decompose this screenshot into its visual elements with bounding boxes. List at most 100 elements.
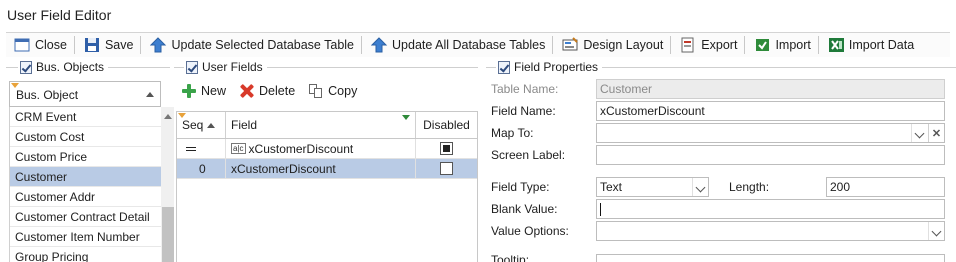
update-selected-table-button[interactable]: Update Selected Database Table bbox=[142, 34, 360, 56]
equals-icon bbox=[186, 146, 196, 151]
update-selected-label: Update Selected Database Table bbox=[171, 38, 355, 52]
import-data-label: Import Data bbox=[848, 38, 915, 52]
field-properties-title: Field Properties bbox=[496, 60, 603, 74]
filter-field-value: xCustomerDiscount bbox=[248, 141, 354, 156]
plus-icon bbox=[182, 84, 196, 98]
bus-object-combo[interactable]: Bus. Object bbox=[9, 81, 161, 107]
blank-value-label: Blank Value: bbox=[491, 202, 558, 216]
column-header-disabled[interactable]: Disabled bbox=[416, 112, 477, 138]
filter-disabled-checkbox[interactable] bbox=[440, 142, 453, 155]
toolbar-separator bbox=[552, 36, 554, 54]
length-label: Length: bbox=[729, 180, 770, 194]
map-to-label: Map To: bbox=[491, 126, 534, 140]
new-button[interactable]: New bbox=[182, 84, 226, 98]
bus-objects-list: CRM Event Custom Cost Custom Price Custo… bbox=[9, 107, 161, 262]
copy-icon bbox=[309, 84, 323, 98]
up-arrow-icon bbox=[370, 37, 388, 53]
toolbar-separator bbox=[670, 36, 672, 54]
map-to-row: Map To: ✕ bbox=[491, 123, 951, 143]
field-type-select[interactable]: Text bbox=[596, 177, 709, 197]
table-row[interactable]: 0 xCustomerDiscount bbox=[177, 159, 477, 179]
bus-objects-title: Bus. Objects bbox=[18, 60, 109, 74]
toolbar-separator bbox=[361, 36, 363, 54]
delete-label: Delete bbox=[259, 84, 296, 98]
list-item[interactable]: Group Pricing bbox=[10, 247, 161, 262]
blank-value-input[interactable] bbox=[596, 199, 945, 219]
clear-icon[interactable]: ✕ bbox=[928, 124, 944, 142]
field-type-row: Field Type: Text Length: 200 bbox=[491, 177, 951, 197]
field-header-label: Field bbox=[231, 118, 258, 132]
list-item[interactable]: Custom Price bbox=[10, 147, 161, 167]
copy-button[interactable]: Copy bbox=[309, 84, 357, 98]
checklist-icon bbox=[186, 60, 198, 74]
screen-label-input[interactable] bbox=[596, 145, 945, 165]
user-fields-header: User Fields bbox=[174, 58, 478, 76]
field-type-label: Field Type: bbox=[491, 180, 550, 194]
sort-indicator-icon bbox=[178, 113, 186, 118]
field-name-value: xCustomerDiscount bbox=[600, 104, 705, 118]
column-header-seq[interactable]: Seq bbox=[177, 112, 226, 138]
bus-objects-header-label: Bus. Objects bbox=[36, 60, 105, 74]
map-to-combo[interactable]: ✕ bbox=[596, 123, 945, 143]
value-options-label: Value Options: bbox=[491, 224, 569, 238]
value-options-dropdown-button[interactable] bbox=[928, 222, 944, 240]
delete-button[interactable]: Delete bbox=[240, 84, 295, 98]
field-type-value: Text bbox=[600, 180, 623, 194]
filter-field-cell[interactable]: a|c xCustomerDiscount bbox=[226, 139, 416, 158]
length-input[interactable]: 200 bbox=[826, 177, 945, 197]
text-filter-icon: a|c bbox=[231, 143, 246, 154]
close-label: Close bbox=[35, 38, 67, 52]
field-name-input[interactable]: xCustomerDiscount bbox=[596, 101, 945, 121]
filter-disabled-cell[interactable] bbox=[416, 139, 477, 158]
chevron-down-icon bbox=[931, 226, 942, 237]
field-properties-panel: Field Properties Table Name: Customer Fi… bbox=[486, 58, 956, 262]
column-header-field[interactable]: Field bbox=[226, 112, 416, 138]
scroll-up-icon[interactable] bbox=[164, 114, 172, 119]
export-button[interactable]: Export bbox=[672, 34, 743, 56]
design-layout-button[interactable]: Design Layout bbox=[554, 34, 669, 56]
value-options-combo[interactable] bbox=[596, 221, 945, 241]
seq-value: 0 bbox=[199, 161, 206, 176]
window-title: User Field Editor bbox=[7, 7, 112, 23]
list-item[interactable]: Customer Item Number bbox=[10, 227, 161, 247]
toolbar-separator bbox=[73, 36, 75, 54]
table-name-label: Table Name: bbox=[491, 82, 559, 96]
toolbar-separator bbox=[140, 36, 142, 54]
value-options-row: Value Options: bbox=[491, 221, 951, 241]
design-layout-label: Design Layout bbox=[583, 38, 664, 52]
disabled-cell bbox=[416, 159, 477, 178]
save-label: Save bbox=[104, 38, 134, 52]
close-button[interactable]: Close bbox=[6, 34, 73, 56]
map-to-dropdown-button[interactable] bbox=[911, 124, 927, 142]
list-item[interactable]: Customer Contract Detail bbox=[10, 207, 161, 227]
sort-ascending-icon bbox=[146, 92, 154, 97]
list-item[interactable]: Customer Addr bbox=[10, 187, 161, 207]
disabled-checkbox[interactable] bbox=[440, 162, 453, 175]
filter-seq-cell[interactable] bbox=[177, 139, 226, 158]
filter-icon[interactable] bbox=[402, 115, 410, 120]
user-fields-panel: User Fields New Delete Copy Seq Field Di… bbox=[174, 58, 478, 262]
user-fields-actions: New Delete Copy bbox=[182, 84, 371, 98]
tooltip-input[interactable] bbox=[596, 254, 945, 262]
design-layout-icon bbox=[562, 37, 579, 53]
import-data-button[interactable]: Import Data bbox=[820, 34, 920, 56]
field-name-label: Field Name: bbox=[491, 104, 556, 118]
excel-icon bbox=[828, 37, 845, 53]
list-item[interactable]: Custom Cost bbox=[10, 127, 161, 147]
export-label: Export bbox=[701, 38, 738, 52]
field-properties-header-label: Field Properties bbox=[514, 60, 599, 74]
save-button[interactable]: Save bbox=[76, 34, 140, 56]
field-type-dropdown-button[interactable] bbox=[692, 178, 708, 196]
checklist-icon bbox=[20, 60, 32, 74]
update-all-tables-button[interactable]: Update All Database Tables bbox=[363, 34, 551, 56]
copy-label: Copy bbox=[328, 84, 358, 98]
screen-label-row: Screen Label: bbox=[491, 145, 951, 165]
field-name-row: Field Name: xCustomerDiscount bbox=[491, 101, 951, 121]
disabled-header-label: Disabled bbox=[423, 118, 470, 132]
import-label: Import bbox=[775, 38, 811, 52]
user-fields-title: User Fields bbox=[184, 60, 267, 74]
chevron-down-icon bbox=[695, 182, 706, 193]
import-button[interactable]: Import bbox=[746, 34, 816, 56]
list-item-selected[interactable]: Customer bbox=[10, 167, 161, 187]
list-item[interactable]: CRM Event bbox=[10, 107, 161, 127]
